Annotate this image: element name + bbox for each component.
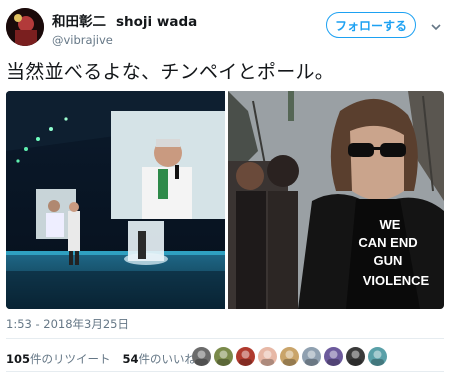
liker-avatar-2[interactable] xyxy=(214,347,233,366)
liker-avatar-5[interactable] xyxy=(280,347,299,366)
liker-avatar-4[interactable] xyxy=(258,347,277,366)
shirt-text-line-4: VIOLENCE xyxy=(363,273,430,288)
avatar[interactable] xyxy=(6,8,44,46)
likes-count: 54 xyxy=(122,352,139,366)
shirt-text-line-2: CAN END xyxy=(358,235,417,250)
liker-avatar-1[interactable] xyxy=(192,347,211,366)
user-handle[interactable]: @vibrajive xyxy=(52,33,197,47)
divider xyxy=(6,371,444,372)
follow-button[interactable]: フォローする xyxy=(326,12,416,38)
tweet-timestamp[interactable]: 1:53 - 2018年3月25日 xyxy=(6,316,129,332)
liker-avatar-3[interactable] xyxy=(236,347,255,366)
name-row: 和田彰二 shoji wada xyxy=(52,10,197,30)
liker-avatar-7[interactable] xyxy=(324,347,343,366)
tweet-photos: WE CAN END GUN VIOLENCE xyxy=(6,91,444,309)
liker-avatar-6[interactable] xyxy=(302,347,321,366)
liker-avatar-9[interactable] xyxy=(368,347,387,366)
english-name[interactable]: shoji wada xyxy=(116,14,197,30)
tweet-stats: 105件のリツイート 54件のいいね xyxy=(6,351,208,367)
likes-label: 件のいいね xyxy=(138,352,197,366)
liker-avatar-8[interactable] xyxy=(346,347,365,366)
likes-stat[interactable]: 54件のいいね xyxy=(123,351,197,367)
retweets-count: 105 xyxy=(6,352,31,366)
photo-stage[interactable] xyxy=(6,91,225,309)
chevron-down-icon[interactable] xyxy=(430,18,442,31)
photo-protest[interactable]: WE CAN END GUN VIOLENCE xyxy=(228,91,444,309)
retweets-label: 件のリツイート xyxy=(30,352,111,366)
divider xyxy=(6,338,444,339)
tweet-text: 当然並べるよな、チンペイとポール。 xyxy=(6,61,335,83)
shirt-text-line-1: WE xyxy=(380,217,401,232)
retweets-stat[interactable]: 105件のリツイート xyxy=(6,351,111,367)
shirt-text-line-3: GUN xyxy=(374,253,403,268)
liker-avatars xyxy=(192,347,387,366)
user-names: 和田彰二 shoji wada @vibrajive xyxy=(52,10,197,47)
display-name[interactable]: 和田彰二 xyxy=(52,10,106,30)
